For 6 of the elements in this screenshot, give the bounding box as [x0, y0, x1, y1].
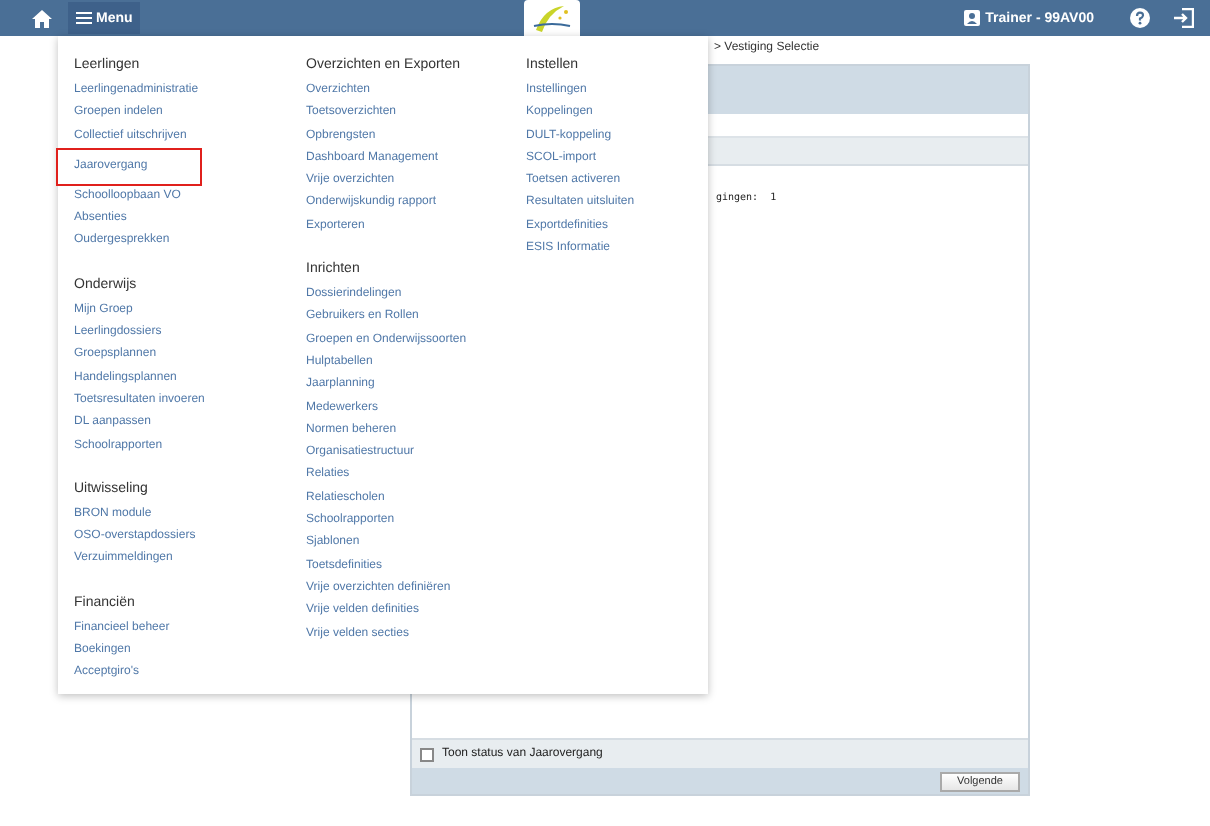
help-icon[interactable]: [1130, 8, 1150, 28]
checkbox[interactable]: [420, 747, 434, 761]
home-icon[interactable]: [32, 9, 52, 27]
user-icon: [963, 10, 980, 26]
menu-icon: [76, 12, 92, 24]
logout-icon[interactable]: [1174, 8, 1194, 28]
